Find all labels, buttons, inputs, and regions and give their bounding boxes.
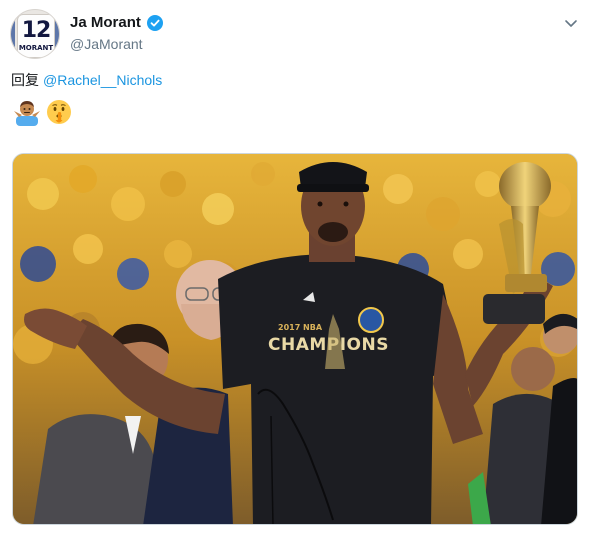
shushing-face-emoji <box>45 98 73 126</box>
mention-link[interactable]: @Rachel__Nichols <box>43 72 162 88</box>
avatar-jersey-number: 12 <box>21 18 52 43</box>
avatar[interactable]: 12 MORANT <box>10 9 60 59</box>
tweet-text: 回复 @Rachel__Nichols <box>11 70 162 90</box>
author-handle[interactable]: @JaMorant <box>70 36 143 52</box>
tweet-photo[interactable]: 2017 NBA CHAMPIONS <box>12 153 578 525</box>
jersey-12-avatar-icon: 12 MORANT <box>17 14 55 58</box>
shirt-small-text: 2017 NBA <box>278 323 323 332</box>
avatar-stripe-right <box>55 10 59 58</box>
reply-prefix: 回复 <box>11 72 39 88</box>
chevron-down-icon[interactable] <box>563 15 579 31</box>
warriors-logo-icon <box>358 307 384 333</box>
author-display-name[interactable]: Ja Morant <box>70 14 141 31</box>
man-shrugging-emoji <box>13 98 41 126</box>
verified-badge-icon <box>147 15 163 31</box>
photo-illustration: 2017 NBA CHAMPIONS <box>13 154 577 524</box>
tweet-card: 12 MORANT Ja Morant @JaMorant 回复 @Rachel_… <box>0 0 591 538</box>
avatar-jersey-name: MORANT <box>18 44 54 52</box>
avatar-stripe-left <box>11 10 15 58</box>
